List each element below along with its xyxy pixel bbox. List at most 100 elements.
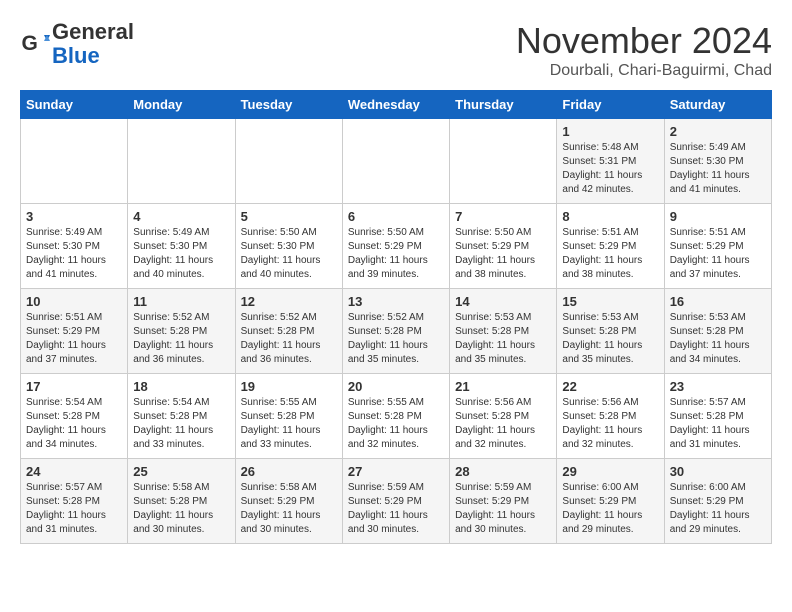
day-number: 16: [670, 294, 766, 309]
day-number: 6: [348, 209, 444, 224]
day-number: 11: [133, 294, 229, 309]
calendar-cell: 4 Sunrise: 5:49 AM Sunset: 5:30 PM Daylig…: [128, 204, 235, 289]
day-info: Sunrise: 6:00 AM Sunset: 5:29 PM Dayligh…: [670, 481, 766, 537]
calendar-cell: 18 Sunrise: 5:54 AM Sunset: 5:28 PM Dayli…: [128, 374, 235, 459]
day-number: 30: [670, 464, 766, 479]
svg-text:G: G: [22, 32, 38, 55]
day-info: Sunrise: 5:56 AM Sunset: 5:28 PM Dayligh…: [455, 396, 551, 452]
day-info: Sunrise: 5:57 AM Sunset: 5:28 PM Dayligh…: [670, 396, 766, 452]
calendar-cell: 22Sunrise: 5:56 AM Sunset: 5:28 PM Dayli…: [557, 374, 664, 459]
calendar-cell: 8 Sunrise: 5:51 AM Sunset: 5:29 PM Daylig…: [557, 204, 664, 289]
day-number: 2: [670, 124, 766, 139]
calendar-cell: 27 Sunrise: 5:59 AM Sunset: 5:29 PM Dayli…: [342, 459, 449, 544]
day-header-thursday: Thursday: [450, 91, 557, 119]
calendar-cell: 6 Sunrise: 5:50 AM Sunset: 5:29 PM Daylig…: [342, 204, 449, 289]
day-number: 29: [562, 464, 658, 479]
calendar-cell: 25 Sunrise: 5:58 AM Sunset: 5:28 PM Dayli…: [128, 459, 235, 544]
day-info: Sunrise: 5:51 AM Sunset: 5:29 PM Dayligh…: [670, 226, 766, 282]
calendar-cell: 26 Sunrise: 5:58 AM Sunset: 5:29 PM Dayli…: [235, 459, 342, 544]
calendar-cell: 23 Sunrise: 5:57 AM Sunset: 5:28 PM Dayli…: [664, 374, 771, 459]
day-info: Sunrise: 5:53 AM Sunset: 5:28 PM Dayligh…: [455, 311, 551, 367]
day-number: 15: [562, 294, 658, 309]
day-info: Sunrise: 5:59 AM Sunset: 5:29 PM Dayligh…: [348, 481, 444, 537]
day-header-wednesday: Wednesday: [342, 91, 449, 119]
day-number: 21: [455, 379, 551, 394]
logo-icon: G: [20, 29, 50, 59]
day-info: Sunrise: 5:55 AM Sunset: 5:28 PM Dayligh…: [241, 396, 337, 452]
day-info: Sunrise: 5:52 AM Sunset: 5:28 PM Dayligh…: [241, 311, 337, 367]
calendar-cell: 9 Sunrise: 5:51 AM Sunset: 5:29 PM Daylig…: [664, 204, 771, 289]
calendar-cell: 28Sunrise: 5:59 AM Sunset: 5:29 PM Dayli…: [450, 459, 557, 544]
calendar-cell: [235, 119, 342, 204]
day-header-tuesday: Tuesday: [235, 91, 342, 119]
day-info: Sunrise: 5:56 AM Sunset: 5:28 PM Dayligh…: [562, 396, 658, 452]
calendar-cell: [342, 119, 449, 204]
day-info: Sunrise: 5:57 AM Sunset: 5:28 PM Dayligh…: [26, 481, 122, 537]
calendar-table: SundayMondayTuesdayWednesdayThursdayFrid…: [20, 90, 772, 544]
day-info: Sunrise: 5:49 AM Sunset: 5:30 PM Dayligh…: [26, 226, 122, 282]
day-info: Sunrise: 5:54 AM Sunset: 5:28 PM Dayligh…: [133, 396, 229, 452]
calendar-cell: 11 Sunrise: 5:52 AM Sunset: 5:28 PM Dayli…: [128, 289, 235, 374]
calendar-cell: 30 Sunrise: 6:00 AM Sunset: 5:29 PM Dayli…: [664, 459, 771, 544]
day-number: 4: [133, 209, 229, 224]
calendar-cell: [21, 119, 128, 204]
day-info: Sunrise: 5:52 AM Sunset: 5:28 PM Dayligh…: [133, 311, 229, 367]
day-number: 3: [26, 209, 122, 224]
day-header-sunday: Sunday: [21, 91, 128, 119]
day-info: Sunrise: 5:55 AM Sunset: 5:28 PM Dayligh…: [348, 396, 444, 452]
day-info: Sunrise: 5:54 AM Sunset: 5:28 PM Dayligh…: [26, 396, 122, 452]
calendar-cell: 3 Sunrise: 5:49 AM Sunset: 5:30 PM Daylig…: [21, 204, 128, 289]
day-number: 27: [348, 464, 444, 479]
calendar-cell: 17 Sunrise: 5:54 AM Sunset: 5:28 PM Dayli…: [21, 374, 128, 459]
calendar-cell: 2Sunrise: 5:49 AM Sunset: 5:30 PM Daylig…: [664, 119, 771, 204]
calendar-cell: 14 Sunrise: 5:53 AM Sunset: 5:28 PM Dayli…: [450, 289, 557, 374]
day-info: Sunrise: 5:50 AM Sunset: 5:29 PM Dayligh…: [348, 226, 444, 282]
page-header: G General Blue November 2024 Dourbali, C…: [20, 20, 772, 80]
title-block: November 2024 Dourbali, Chari-Baguirmi, …: [516, 20, 772, 80]
calendar-cell: 7 Sunrise: 5:50 AM Sunset: 5:29 PM Daylig…: [450, 204, 557, 289]
day-info: Sunrise: 5:48 AM Sunset: 5:31 PM Dayligh…: [562, 141, 658, 197]
day-number: 24: [26, 464, 122, 479]
calendar-week-4: 17 Sunrise: 5:54 AM Sunset: 5:28 PM Dayli…: [21, 374, 772, 459]
calendar-cell: 16 Sunrise: 5:53 AM Sunset: 5:28 PM Dayli…: [664, 289, 771, 374]
day-number: 12: [241, 294, 337, 309]
location: Dourbali, Chari-Baguirmi, Chad: [516, 62, 772, 80]
day-number: 5: [241, 209, 337, 224]
day-number: 26: [241, 464, 337, 479]
calendar-cell: 13Sunrise: 5:52 AM Sunset: 5:28 PM Dayli…: [342, 289, 449, 374]
calendar-cell: 10Sunrise: 5:51 AM Sunset: 5:29 PM Dayli…: [21, 289, 128, 374]
calendar-cell: 5 Sunrise: 5:50 AM Sunset: 5:30 PM Daylig…: [235, 204, 342, 289]
day-number: 9: [670, 209, 766, 224]
day-info: Sunrise: 5:50 AM Sunset: 5:30 PM Dayligh…: [241, 226, 337, 282]
day-info: Sunrise: 5:49 AM Sunset: 5:30 PM Dayligh…: [133, 226, 229, 282]
calendar-cell: 21 Sunrise: 5:56 AM Sunset: 5:28 PM Dayli…: [450, 374, 557, 459]
day-info: Sunrise: 6:00 AM Sunset: 5:29 PM Dayligh…: [562, 481, 658, 537]
calendar-cell: 24 Sunrise: 5:57 AM Sunset: 5:28 PM Dayli…: [21, 459, 128, 544]
day-number: 25: [133, 464, 229, 479]
day-header-friday: Friday: [557, 91, 664, 119]
calendar-week-5: 24 Sunrise: 5:57 AM Sunset: 5:28 PM Dayli…: [21, 459, 772, 544]
day-number: 18: [133, 379, 229, 394]
day-info: Sunrise: 5:50 AM Sunset: 5:29 PM Dayligh…: [455, 226, 551, 282]
calendar-week-1: 1 Sunrise: 5:48 AM Sunset: 5:31 PM Daylig…: [21, 119, 772, 204]
day-number: 1: [562, 124, 658, 139]
day-info: Sunrise: 5:59 AM Sunset: 5:29 PM Dayligh…: [455, 481, 551, 537]
day-number: 10: [26, 294, 122, 309]
logo-line2: Blue: [52, 43, 100, 68]
calendar-week-2: 3 Sunrise: 5:49 AM Sunset: 5:30 PM Daylig…: [21, 204, 772, 289]
day-number: 14: [455, 294, 551, 309]
day-number: 7: [455, 209, 551, 224]
calendar-cell: [450, 119, 557, 204]
day-info: Sunrise: 5:58 AM Sunset: 5:28 PM Dayligh…: [133, 481, 229, 537]
day-number: 23: [670, 379, 766, 394]
day-info: Sunrise: 5:58 AM Sunset: 5:29 PM Dayligh…: [241, 481, 337, 537]
day-number: 8: [562, 209, 658, 224]
day-number: 19: [241, 379, 337, 394]
day-info: Sunrise: 5:53 AM Sunset: 5:28 PM Dayligh…: [562, 311, 658, 367]
day-header-monday: Monday: [128, 91, 235, 119]
day-info: Sunrise: 5:51 AM Sunset: 5:29 PM Dayligh…: [562, 226, 658, 282]
day-number: 17: [26, 379, 122, 394]
calendar-cell: 20Sunrise: 5:55 AM Sunset: 5:28 PM Dayli…: [342, 374, 449, 459]
day-number: 13: [348, 294, 444, 309]
day-info: Sunrise: 5:53 AM Sunset: 5:28 PM Dayligh…: [670, 311, 766, 367]
